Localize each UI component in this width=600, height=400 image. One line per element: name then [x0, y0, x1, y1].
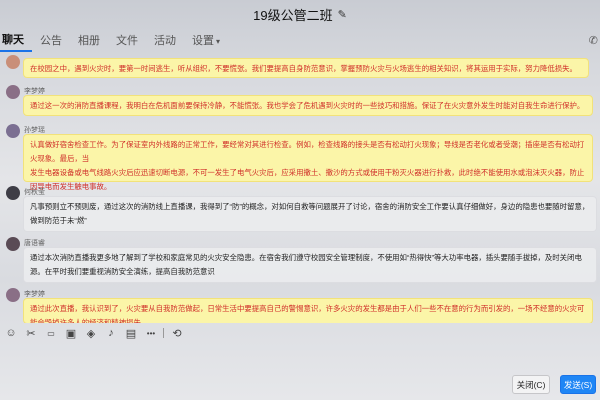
message-input[interactable]	[0, 344, 600, 374]
more-icon[interactable]: •••	[144, 329, 158, 338]
avatar[interactable]	[6, 288, 20, 302]
avatar[interactable]	[6, 85, 20, 99]
tab-chat[interactable]: 聊天	[0, 31, 32, 52]
message-bubble: 通过本次消防直播我更多地了解到了学校和家庭常见的火灾安全隐患。在宿舍我们遵守校园…	[23, 247, 597, 283]
input-toolbar: ☺ ✂ ▭ ▣ ◈ ♪ ▤ ••• ⟲	[0, 324, 600, 342]
phone-icon[interactable]: ✆	[589, 34, 598, 47]
image-icon[interactable]: ▣	[64, 327, 78, 340]
stamp-icon[interactable]: ◈	[84, 327, 98, 340]
message-line: 在校园之中，遇到火灾时，要第一时间逃生，听从组织，不要慌张。我们要提高自身防范意…	[30, 64, 577, 73]
avatar[interactable]	[6, 55, 20, 69]
message-list[interactable]: 在校园之中，遇到火灾时，要第一时间逃生，听从组织，不要慌张。我们要提高自身防范意…	[0, 55, 600, 323]
message-bubble: 认真做好宿舍检查工作。为了保证室内外线路的正常工作，要经常对其进行检查。例如，检…	[23, 134, 593, 191]
message-line: 发生电器设备或电气线路火灾后应迅速切断电源，不可一发生了电气火灾后，应采用撒土、…	[30, 168, 585, 191]
tab-activities[interactable]: 活动	[146, 32, 184, 51]
message-line: 源。在平时我们要重视消防安全演练，提高自我防范意识	[30, 267, 215, 276]
smiley-icon[interactable]: ☺	[4, 327, 18, 339]
message-line: 凡事预则立不预则废，通过这次的消防线上直播课，我得到了“防”的概念，对如何自救等…	[30, 202, 590, 211]
pencil-icon[interactable]: ✎	[338, 8, 347, 21]
toolbar-divider	[163, 328, 164, 338]
scissors-icon[interactable]: ✂	[24, 327, 38, 340]
message-line: 通过这一次的消防直播课程，我明白在危机面前要保持冷静，不能慌张。我也学会了危机遇…	[30, 101, 585, 110]
message-bubble: 通过这一次的消防直播课程，我明白在危机面前要保持冷静，不能慌张。我也学会了危机遇…	[23, 95, 593, 116]
message-line: 认真做好宿舍检查工作。为了保证室内外线路的正常工作，要经常对其进行检查。例如，检…	[30, 140, 585, 163]
window-titlebar: 19级公管二班 ✎	[0, 0, 600, 28]
tab-announcements[interactable]: 公告	[32, 32, 70, 51]
chevron-down-icon: ▾	[216, 36, 221, 46]
message-line: 通过本次消防直播我更多地了解到了学校和家庭常见的火灾安全隐患。在宿舍我们遵守校园…	[30, 253, 582, 262]
avatar[interactable]	[6, 124, 20, 138]
message-bubble: 通过此次直播，我认识到了，火灾要从自我防范做起，日常生活中要提高自己的警惕意识，…	[23, 298, 593, 323]
chat-title: 19级公管二班	[253, 7, 333, 23]
tab-album[interactable]: 相册	[70, 32, 108, 51]
send-button[interactable]: 发送(S)	[560, 375, 596, 394]
mic-icon[interactable]: ♪	[104, 327, 118, 339]
folder-icon[interactable]: ▭	[44, 329, 58, 338]
close-button[interactable]: 关闭(C)	[512, 375, 550, 394]
tab-files[interactable]: 文件	[108, 32, 146, 51]
message-bubble: 凡事预则立不预则废，通过这次的消防线上直播课，我得到了“防”的概念，对如何自救等…	[23, 196, 597, 232]
message-line: 通过此次直播，我认识到了，火灾要从自我防范做起，日常生活中要提高自己的警惕意识，…	[30, 304, 585, 323]
card-icon[interactable]: ▤	[124, 327, 138, 340]
avatar[interactable]	[6, 186, 20, 200]
message-line: 做到防范于未“燃”	[30, 216, 87, 225]
history-icon[interactable]: ⟲	[170, 327, 184, 340]
avatar[interactable]	[6, 237, 20, 251]
message-bubble: 在校园之中，遇到火灾时，要第一时间逃生，听从组织，不要慌张。我们要提高自身防范意…	[23, 58, 589, 78]
tab-bar: 聊天 公告 相册 文件 活动 设置 ▾	[0, 30, 600, 52]
tab-settings[interactable]: 设置 ▾	[184, 32, 228, 51]
